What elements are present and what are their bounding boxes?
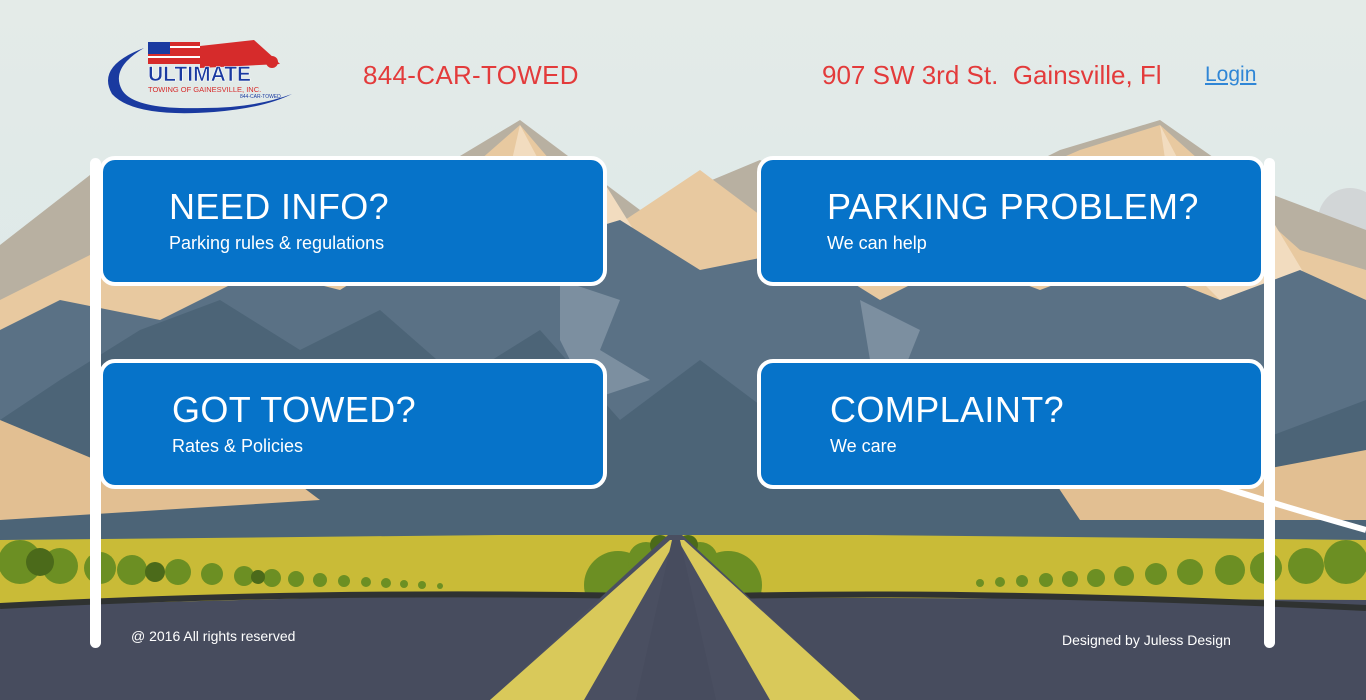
- sign-title: PARKING PROBLEM?: [827, 186, 1199, 227]
- logo-phone-text: 844-CAR-TOWED: [240, 94, 281, 100]
- sign-pole-right: [1264, 158, 1275, 648]
- copyright-text: @ 2016 All rights reserved: [131, 628, 296, 644]
- logo-name-text: ULTIMATE: [148, 63, 251, 86]
- login-link[interactable]: Login: [1205, 63, 1256, 87]
- sign-title: GOT TOWED?: [172, 389, 417, 430]
- phone-number: 844-CAR-TOWED: [363, 60, 579, 90]
- logo-tagline-text: TOWING OF GAINESVILLE, INC.: [148, 85, 261, 94]
- designer-credit: Designed by Juless Design: [1062, 632, 1231, 648]
- sign-title: COMPLAINT?: [830, 389, 1065, 430]
- ultimate-towing-logo[interactable]: ULTIMATE TOWING OF GAINESVILLE, INC. 844…: [104, 38, 296, 118]
- address: 907 SW 3rd St. Gainsville, Fl: [822, 60, 1162, 90]
- sign-subtitle: We care: [830, 436, 897, 456]
- need-info-sign-button[interactable]: NEED INFO? Parking rules & regulations: [99, 156, 607, 286]
- sign-subtitle: Parking rules & regulations: [169, 233, 385, 253]
- sign-subtitle: We can help: [827, 233, 927, 253]
- got-towed-sign-button[interactable]: GOT TOWED? Rates & Policies: [99, 359, 607, 489]
- complaint-sign-button[interactable]: COMPLAINT? We care: [757, 359, 1265, 489]
- sign-title: NEED INFO?: [169, 186, 390, 227]
- sign-subtitle: Rates & Policies: [172, 436, 304, 456]
- parking-problem-sign-button[interactable]: PARKING PROBLEM? We can help: [757, 156, 1265, 286]
- page: ULTIMATE TOWING OF GAINESVILLE, INC. 844…: [0, 0, 1366, 700]
